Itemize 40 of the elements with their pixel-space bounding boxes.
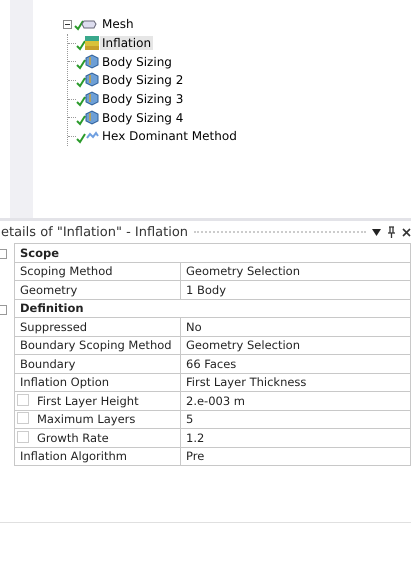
checkbox[interactable]: [17, 430, 29, 443]
property-value[interactable]: 66 Faces: [186, 356, 236, 371]
panel-title: etails of "Inflation" - Inflation: [1, 224, 188, 240]
tree-item[interactable]: Mesh: [100, 17, 136, 31]
tree-item[interactable]: Body Sizing 2: [100, 73, 186, 88]
tree-item[interactable]: Body Sizing: [100, 54, 174, 69]
tree-item[interactable]: Body Sizing 4: [100, 110, 186, 125]
dropdown-icon[interactable]: [372, 228, 381, 236]
cube-icon: [76, 72, 100, 88]
group-toggle[interactable]: [0, 304, 7, 314]
property-label: Growth Rate: [37, 430, 109, 445]
pin-icon[interactable]: [387, 226, 396, 238]
collapse-toggle[interactable]: [63, 20, 72, 28]
property-value[interactable]: 1.2: [186, 430, 204, 445]
property-value[interactable]: Pre: [186, 449, 204, 464]
property-value[interactable]: 5: [186, 412, 194, 426]
group-toggle[interactable]: [0, 249, 7, 259]
close-icon[interactable]: [402, 228, 411, 236]
property-label: Boundary: [20, 356, 76, 371]
checkbox[interactable]: [17, 412, 29, 424]
inflation-icon: [76, 35, 100, 52]
group-header: Scope: [20, 246, 60, 260]
cube-icon: [76, 54, 100, 70]
tree-item[interactable]: Hex Dominant Method: [100, 129, 239, 144]
property-label: First Layer Height: [37, 394, 139, 408]
cube-icon: [76, 91, 100, 108]
property-label: Suppressed: [20, 320, 88, 334]
property-label: Geometry: [20, 282, 78, 297]
property-label: Scoping Method: [20, 264, 113, 278]
property-label: Inflation Option: [20, 375, 110, 390]
checkbox[interactable]: [17, 394, 29, 406]
tree-item[interactable]: Inflation: [100, 36, 154, 50]
property-value[interactable]: No: [186, 320, 202, 334]
group-header: Definition: [20, 301, 84, 316]
property-label: Maximum Layers: [37, 412, 136, 426]
property-value[interactable]: 1 Body: [186, 282, 226, 297]
cube-icon: [76, 110, 100, 126]
property-label: Inflation Algorithm: [20, 449, 127, 464]
tree-item[interactable]: Body Sizing 3: [100, 92, 186, 106]
property-label: Boundary Scoping Method: [20, 338, 172, 352]
